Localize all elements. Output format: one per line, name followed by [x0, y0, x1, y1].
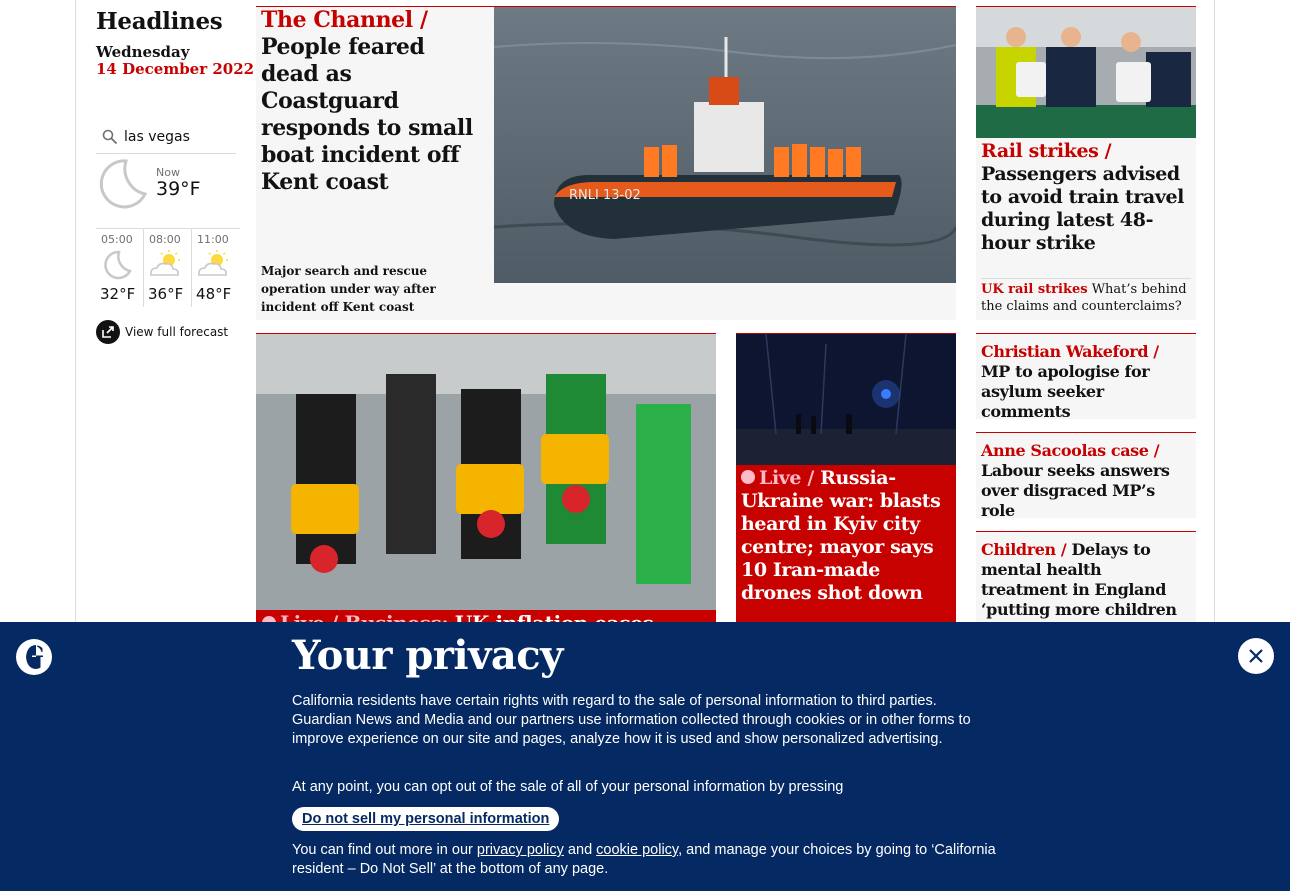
kyiv-night-image: [736, 334, 956, 465]
forecast-slot: 05:00 32°F: [96, 229, 145, 307]
section-title: Headlines: [96, 8, 223, 35]
story-headline-text: People feared dead as Coastguard respond…: [261, 34, 473, 195]
story-kicker: The Channel /: [261, 7, 428, 33]
story-card-channel[interactable]: The Channel / People feared dead as Coas…: [256, 6, 956, 320]
lifeboat-image: RNLI 13-02: [494, 7, 956, 283]
forecast-temp: 32°F: [100, 285, 136, 303]
story-headline[interactable]: Rail strikes / Passengers advised to avo…: [981, 140, 1193, 255]
story-kicker: Anne Sacoolas case /: [981, 441, 1160, 460]
story-card-inflation[interactable]: Live / Business: UK inflation eases: [256, 333, 716, 633]
fuel-pumps-image: [256, 334, 716, 610]
weather-location[interactable]: las vegas: [124, 129, 190, 145]
external-link-icon: [96, 320, 120, 344]
sublink[interactable]: UK rail strikes What’s behind the claims…: [981, 278, 1191, 315]
weather-now: Now 39°F: [96, 156, 236, 226]
moon-icon: [104, 250, 132, 280]
partly-sunny-icon: [198, 250, 229, 276]
moon-icon: [99, 159, 148, 209]
view-full-forecast-label: View full forecast: [125, 325, 229, 339]
privacy-title: Your privacy: [292, 632, 563, 679]
date-weekday: Wednesday: [96, 43, 190, 61]
story-card-sacoolas[interactable]: Anne Sacoolas case / Labour seeks answer…: [976, 432, 1196, 518]
story-kicker: Children /: [981, 540, 1067, 559]
privacy-text: California residents have certain rights…: [292, 693, 971, 747]
date-full: 14 December 2022: [96, 60, 255, 78]
weather-now-temp: 39°F: [156, 178, 201, 200]
forecast-temp: 36°F: [148, 285, 184, 303]
search-icon: [102, 129, 118, 144]
story-headline-text: Labour seeks answers over disgraced MP’s…: [981, 461, 1170, 518]
partly-sunny-icon: [150, 250, 181, 276]
privacy-banner: Your privacy California residents have c…: [0, 622, 1290, 891]
live-dot-icon: [741, 470, 755, 484]
view-full-forecast-link[interactable]: View full forecast: [96, 320, 228, 344]
close-banner-button[interactable]: [1238, 638, 1274, 674]
weather-location-search[interactable]: las vegas: [96, 120, 236, 154]
guardian-logo-icon: [16, 639, 52, 675]
story-card-wakeford[interactable]: Christian Wakeford / MP to apologise for…: [976, 333, 1196, 419]
story-headline[interactable]: Anne Sacoolas case / Labour seeks answer…: [981, 441, 1191, 518]
close-icon: [1249, 649, 1263, 663]
story-headline[interactable]: The Channel / People feared dead as Coas…: [261, 7, 486, 196]
story-kicker: /: [807, 467, 814, 489]
story-headline[interactable]: Children / Delays to mental health treat…: [981, 540, 1191, 631]
story-headline-text: Passengers advised to avoid train travel…: [981, 163, 1184, 254]
story-kicker: Rail strikes /: [981, 140, 1112, 162]
do-not-sell-button[interactable]: Do not sell my personal information: [292, 807, 560, 831]
live-label: Live: [759, 467, 802, 489]
story-card-children[interactable]: Children / Delays to mental health treat…: [976, 531, 1196, 631]
story-headline[interactable]: Christian Wakeford / MP to apologise for…: [981, 342, 1191, 419]
story-kicker: Christian Wakeford /: [981, 342, 1159, 361]
privacy-more-start: You can find out more in our: [292, 842, 477, 858]
sublink-kicker: UK rail strikes: [981, 282, 1088, 297]
story-headline-text: MP to apologise for asylum seeker commen…: [981, 362, 1150, 419]
rail-strike-picket-image: [976, 7, 1196, 138]
forecast-time: 08:00: [149, 233, 181, 246]
boat-number: RNLI 13-02: [569, 188, 641, 203]
forecast-slot: 11:00 48°F: [192, 229, 240, 307]
privacy-more-text: You can find out more in our privacy pol…: [292, 841, 997, 879]
story-card-rail-strikes[interactable]: Rail strikes / Passengers advised to avo…: [976, 6, 1196, 320]
forecast-time: 11:00: [197, 233, 229, 246]
story-card-ukraine[interactable]: Live / Russia-Ukraine war: blasts heard …: [736, 333, 956, 633]
forecast-temp: 48°F: [196, 285, 232, 303]
forecast-time: 05:00: [101, 233, 133, 246]
story-headline[interactable]: Live / Russia-Ukraine war: blasts heard …: [741, 467, 953, 605]
privacy-opt-out-text: At any point, you can opt out of the sal…: [292, 779, 844, 795]
privacy-policy-link[interactable]: privacy policy: [477, 842, 564, 858]
weather-forecast: 05:00 32°F 08:00 36°F 11:00 48°F: [96, 228, 240, 307]
cookie-policy-link[interactable]: cookie policy: [596, 842, 678, 858]
forecast-slot: 08:00 36°F: [144, 229, 193, 307]
privacy-more-and: and: [563, 842, 597, 858]
story-standfirst: Major search and rescue operation under …: [261, 264, 436, 314]
